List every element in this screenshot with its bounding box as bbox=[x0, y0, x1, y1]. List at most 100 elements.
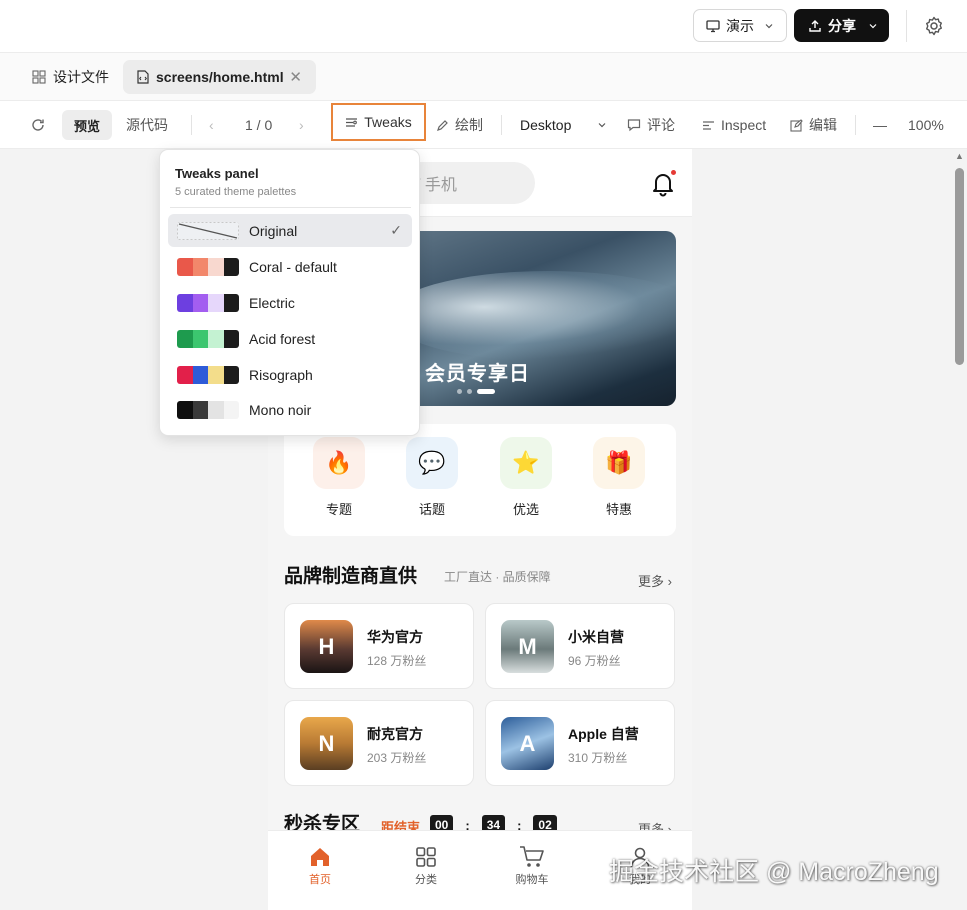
chevron-down-icon bbox=[765, 23, 773, 28]
watermark: 掘金技术社区 @ MacroZheng bbox=[609, 858, 939, 886]
brand-card[interactable]: N 耐克官方 203 万粉丝 bbox=[284, 700, 474, 786]
palette-option-electric[interactable]: Electric bbox=[168, 286, 412, 319]
chevron-down-icon bbox=[869, 23, 877, 28]
file-code-icon bbox=[137, 70, 149, 84]
palette-name: Coral - default bbox=[249, 259, 337, 275]
monitor-icon bbox=[706, 19, 720, 32]
source-mode-button[interactable]: 源代码 bbox=[126, 101, 168, 149]
inspect-label: Inspect bbox=[721, 117, 767, 133]
nav-label: 首页 bbox=[309, 874, 331, 886]
reload-icon[interactable] bbox=[30, 101, 46, 149]
palette-swatch bbox=[177, 222, 239, 240]
brands-section-title: 品牌制造商直供 bbox=[284, 565, 418, 587]
preview-toolbar: 预览 源代码 ‹ 1 / 0 › Tweaks 绘制 Desktop 评论 In… bbox=[0, 101, 967, 149]
edit-label: 编辑 bbox=[809, 117, 837, 133]
tab-home-html-label: screens/home.html bbox=[156, 69, 284, 85]
banner-wave-image bbox=[408, 271, 676, 361]
nav-label: 购物车 bbox=[515, 874, 549, 886]
brand-fans: 203 万粉丝 bbox=[367, 751, 427, 765]
brand-card[interactable]: A Apple 自营 310 万粉丝 bbox=[485, 700, 675, 786]
tweaks-panel-title: Tweaks panel bbox=[175, 166, 259, 181]
tweaks-panel-subtitle: 5 curated theme palettes bbox=[175, 186, 297, 198]
home-icon bbox=[311, 848, 329, 866]
category-item[interactable]: 💬 话题 bbox=[405, 437, 459, 518]
share-button[interactable]: 分享 bbox=[794, 9, 889, 42]
palette-option-original[interactable]: Original ✓ bbox=[168, 214, 412, 247]
draw-button[interactable]: 绘制 bbox=[436, 101, 483, 149]
zoom-level[interactable]: 100% bbox=[908, 101, 944, 149]
tweaks-label: Tweaks bbox=[364, 114, 412, 130]
nav-item-category[interactable]: 分类 bbox=[396, 843, 456, 887]
palette-name: Electric bbox=[249, 295, 295, 311]
inspect-button[interactable]: Inspect bbox=[702, 101, 766, 149]
scrollbar-thumb[interactable] bbox=[955, 168, 964, 365]
tab-design-files[interactable]: 设计文件 bbox=[32, 67, 109, 87]
upload-icon bbox=[809, 19, 821, 32]
brands-more-link[interactable]: 更多 › bbox=[638, 571, 672, 590]
search-text: / 手机 bbox=[416, 177, 457, 194]
category-item[interactable]: ⭐ 优选 bbox=[499, 437, 553, 518]
notification-dot bbox=[671, 170, 676, 175]
palette-option-risograph[interactable]: Risograph bbox=[168, 358, 412, 391]
brand-fans: 128 万粉丝 bbox=[367, 654, 427, 668]
brand-card[interactable]: H 华为官方 128 万粉丝 bbox=[284, 603, 474, 689]
palette-name: Mono noir bbox=[249, 402, 312, 418]
category-label: 专题 bbox=[325, 502, 352, 517]
zoom-out-button[interactable]: — bbox=[873, 101, 887, 149]
tweaks-button[interactable]: Tweaks bbox=[331, 103, 426, 141]
palette-name: Acid forest bbox=[249, 331, 316, 347]
edit-icon bbox=[790, 118, 803, 132]
comment-icon bbox=[627, 119, 641, 132]
carousel-dot[interactable] bbox=[457, 389, 462, 394]
inspect-icon bbox=[703, 120, 714, 130]
promo-banner[interactable]: 会员专享日 bbox=[408, 231, 676, 406]
cart-icon bbox=[520, 846, 544, 867]
category-label: 特惠 bbox=[605, 502, 632, 517]
tweaks-panel: Tweaks panel 5 curated theme palettes Or… bbox=[159, 149, 420, 436]
device-select[interactable]: Desktop bbox=[520, 101, 607, 149]
nav-item-home[interactable]: 首页 bbox=[290, 843, 350, 887]
present-button[interactable]: 演示 bbox=[693, 9, 787, 42]
preview-mode-button[interactable]: 预览 bbox=[62, 110, 112, 140]
nav-item-cart[interactable]: 购物车 bbox=[502, 843, 562, 887]
category-item[interactable]: 🎁 特惠 bbox=[592, 437, 646, 518]
carousel-dot[interactable] bbox=[467, 389, 472, 394]
nav-label: 分类 bbox=[415, 874, 437, 886]
edit-button[interactable]: 编辑 bbox=[790, 101, 837, 149]
device-label: Desktop bbox=[520, 117, 572, 133]
close-icon[interactable]: ✕ bbox=[289, 68, 302, 86]
chevron-left-icon[interactable]: ‹ bbox=[209, 101, 214, 149]
divider bbox=[855, 115, 856, 135]
divider bbox=[906, 10, 907, 42]
star-icon: ⭐ bbox=[500, 437, 552, 489]
chevron-right-icon[interactable]: › bbox=[299, 101, 304, 149]
comment-label: 评论 bbox=[647, 117, 675, 133]
grid-icon bbox=[32, 70, 46, 84]
palette-option-mono-noir[interactable]: Mono noir bbox=[168, 393, 412, 426]
brand-card[interactable]: M 小米自营 96 万粉丝 bbox=[485, 603, 675, 689]
chat-bubble-icon: 💬 bbox=[406, 437, 458, 489]
chevron-down-icon bbox=[598, 123, 606, 128]
palette-swatch bbox=[177, 401, 239, 419]
comment-button[interactable]: 评论 bbox=[627, 101, 675, 149]
tab-home-html[interactable]: screens/home.html ✕ bbox=[123, 60, 316, 94]
page-indicator: 1 / 0 bbox=[245, 117, 273, 133]
category-item[interactable]: 🔥 专题 bbox=[312, 437, 366, 518]
brand-name: 华为官方 bbox=[367, 629, 423, 645]
brand-name: 小米自营 bbox=[568, 629, 624, 645]
divider bbox=[170, 207, 411, 208]
palette-swatch bbox=[177, 294, 239, 312]
carousel-dot-active[interactable] bbox=[477, 389, 495, 394]
palette-option-acid-forest[interactable]: Acid forest bbox=[168, 322, 412, 355]
brand-fans: 310 万粉丝 bbox=[568, 751, 628, 765]
brands-section-subtitle: 工厂直达 · 品质保障 bbox=[444, 570, 551, 584]
brand-name: Apple 自营 bbox=[568, 726, 639, 742]
present-label: 演示 bbox=[726, 17, 754, 34]
scroll-up-arrow-icon[interactable]: ▲ bbox=[955, 152, 964, 161]
brand-name: 耐克官方 bbox=[367, 726, 423, 742]
grid-icon bbox=[416, 847, 436, 867]
gear-icon[interactable] bbox=[923, 15, 945, 37]
palette-name: Risograph bbox=[249, 367, 313, 383]
file-tab-bar: 设计文件 screens/home.html ✕ bbox=[0, 53, 967, 101]
palette-option-coral[interactable]: Coral - default bbox=[168, 250, 412, 283]
